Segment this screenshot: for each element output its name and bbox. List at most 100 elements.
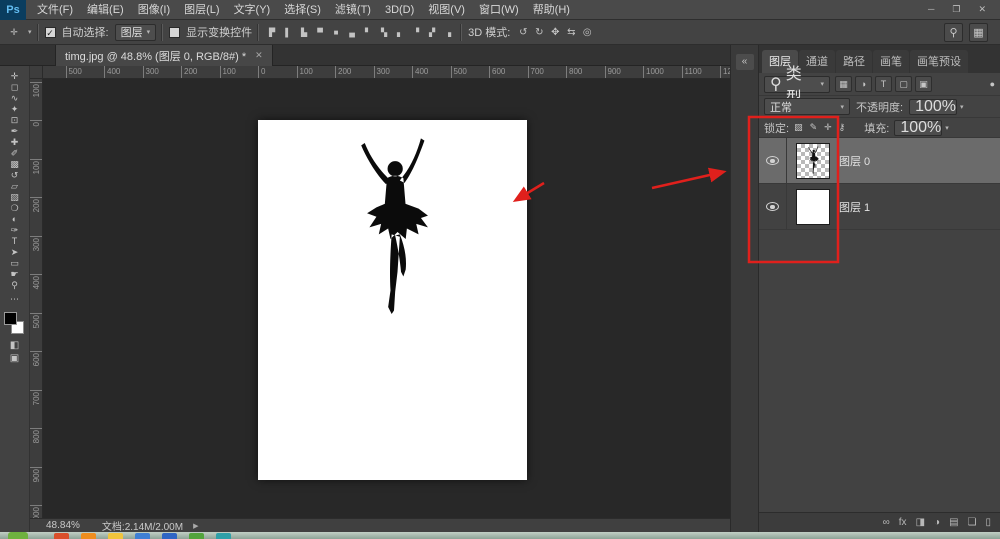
vertical-ruler[interactable]: 10001002003004005006007008009001000 — [30, 79, 43, 518]
menu-item-4[interactable]: 图层(L) — [177, 0, 226, 20]
shape-tool[interactable]: ▭ — [0, 258, 29, 268]
menu-item-6[interactable]: 选择(S) — [277, 0, 328, 20]
menu-item-3[interactable]: 图像(I) — [131, 0, 177, 20]
taskbar-app-icon-1[interactable] — [54, 533, 69, 539]
edit-toolbar-icon[interactable]: ⋯ — [0, 294, 29, 305]
type-tool[interactable]: T — [0, 236, 29, 246]
align-left-edges-icon[interactable]: ▀ — [313, 28, 327, 37]
3d-pan-icon[interactable]: ✥ — [548, 27, 562, 38]
distribute-top-edges-icon[interactable]: ▘ — [361, 28, 375, 37]
move-tool[interactable]: ✛ — [0, 71, 29, 81]
align-horizontal-centers-icon[interactable]: ■ — [329, 28, 343, 37]
panel-tab-画笔预设[interactable]: 画笔预设 — [910, 50, 968, 73]
align-top-edges-icon[interactable]: ▛ — [265, 28, 279, 37]
canvas-document[interactable] — [258, 120, 527, 480]
menu-item-2[interactable]: 编辑(E) — [80, 0, 131, 20]
delete-layer-icon[interactable]: ▯ — [985, 517, 991, 528]
collapse-panels-icon[interactable]: « — [736, 54, 754, 70]
history-brush-tool[interactable]: ↺ — [0, 170, 29, 180]
menu-item-11[interactable]: 帮助(H) — [526, 0, 577, 20]
layer-row[interactable]: 图层 1 — [759, 184, 1000, 230]
screen-mode-icon[interactable]: ▣ — [0, 352, 29, 365]
filter-adjustment-layers-icon[interactable]: ◑ — [855, 76, 872, 92]
align-bottom-edges-icon[interactable]: ▙ — [297, 28, 311, 37]
distribute-right-edges-icon[interactable]: ▗ — [441, 28, 455, 37]
menu-item-9[interactable]: 视图(V) — [421, 0, 472, 20]
canvas-viewport[interactable] — [43, 79, 730, 518]
horizontal-ruler[interactable]: 5004003002001000100200300400500600700800… — [43, 66, 730, 79]
menu-item-5[interactable]: 文字(Y) — [227, 0, 278, 20]
blur-tool[interactable]: ❍ — [0, 203, 29, 213]
foreground-color-swatch[interactable] — [4, 312, 17, 325]
distribute-vertical-centers-icon[interactable]: ▚ — [377, 28, 391, 37]
layer-filter-type-dropdown[interactable]: ⚲ 类型 ▾ — [764, 76, 830, 93]
minimize-button[interactable]: ─ — [928, 4, 934, 15]
lock-image-pixels-icon[interactable]: ✎ — [810, 122, 818, 133]
taskbar-app-icon-3[interactable] — [108, 533, 123, 539]
healing-brush-tool[interactable]: ✚ — [0, 137, 29, 147]
adjustment-layer-icon[interactable]: ◑ — [934, 517, 940, 528]
dodge-tool[interactable]: ◐ — [0, 214, 29, 224]
layer-thumbnail[interactable] — [796, 189, 830, 225]
crop-tool[interactable]: ⊡ — [0, 115, 29, 125]
clone-stamp-tool[interactable]: ▩ — [0, 159, 29, 169]
menu-item-7[interactable]: 滤镜(T) — [328, 0, 378, 20]
search-icon[interactable]: ⚲ — [944, 23, 963, 42]
blend-mode-dropdown[interactable]: 正常 ▾ — [764, 98, 850, 115]
menu-item-1[interactable]: 文件(F) — [30, 0, 80, 20]
layer-visibility-toggle[interactable] — [759, 138, 787, 183]
lasso-tool[interactable]: ∿ — [0, 93, 29, 103]
tool-preset-icon[interactable]: ✛ — [6, 27, 22, 37]
auto-select-target-dropdown[interactable]: 图层 ▾ — [115, 24, 157, 41]
3d-rotate-icon[interactable]: ↺ — [516, 27, 530, 38]
tab-close-icon[interactable]: ✕ — [255, 50, 263, 61]
layer-visibility-toggle[interactable] — [759, 184, 787, 229]
marquee-tool[interactable]: ◻ — [0, 82, 29, 92]
quick-mask-icon[interactable]: ◧ — [0, 339, 29, 352]
link-layers-icon[interactable]: ∞ — [883, 517, 890, 528]
auto-select-checkbox[interactable]: ✓ — [45, 27, 56, 38]
workspace-switcher-icon[interactable]: ▦ — [969, 23, 988, 42]
hand-tool[interactable]: ☛ — [0, 269, 29, 279]
pen-tool[interactable]: ✑ — [0, 225, 29, 235]
taskbar-app-icon-2[interactable] — [81, 533, 96, 539]
path-selection-tool[interactable]: ➤ — [0, 247, 29, 257]
3d-scale-icon[interactable]: ◎ — [580, 27, 594, 38]
layer-filter-switch-icon[interactable]: ● — [990, 79, 995, 89]
menu-item-10[interactable]: 窗口(W) — [472, 0, 526, 20]
taskbar-app-icon-7[interactable] — [216, 533, 231, 539]
align-vertical-centers-icon[interactable]: ▌ — [281, 28, 295, 37]
status-options-arrow-icon[interactable]: ▶ — [193, 522, 198, 530]
quick-selection-tool[interactable]: ✦ — [0, 104, 29, 114]
close-button[interactable]: ✕ — [978, 4, 986, 15]
taskbar-app-icon-4[interactable] — [135, 533, 150, 539]
document-tab[interactable]: timg.jpg @ 48.8% (图层 0, RGB/8#) * ✕ — [55, 45, 273, 66]
opacity-field[interactable]: 100% ▾ — [909, 99, 957, 115]
layer-row[interactable]: 图层 0 — [759, 138, 1000, 184]
filter-pixel-layers-icon[interactable]: ▦ — [835, 76, 852, 92]
layer-mask-icon[interactable]: ◨ — [916, 517, 925, 528]
eyedropper-tool[interactable]: ✒ — [0, 126, 29, 136]
brush-tool[interactable]: ✐ — [0, 148, 29, 158]
chevron-down-icon[interactable]: ▾ — [28, 28, 32, 36]
new-layer-icon[interactable]: ❏ — [968, 517, 977, 528]
menu-item-8[interactable]: 3D(D) — [378, 0, 421, 20]
panel-tab-画笔[interactable]: 画笔 — [873, 50, 909, 73]
lock-position-icon[interactable]: ✛ — [824, 122, 832, 133]
taskbar-app-icon-5[interactable] — [162, 533, 177, 539]
zoom-level-field[interactable]: 48.84% — [46, 520, 80, 531]
lock-all-icon[interactable]: ⚷ — [839, 122, 846, 133]
ruler-origin[interactable] — [30, 66, 43, 79]
distribute-horizontal-centers-icon[interactable]: ▞ — [425, 28, 439, 37]
fill-field[interactable]: 100% ▾ — [894, 120, 942, 136]
filter-smart-objects-icon[interactable]: ▣ — [915, 76, 932, 92]
layer-effects-icon[interactable]: fx — [899, 517, 907, 528]
layer-thumbnail[interactable] — [796, 143, 830, 179]
layer-group-icon[interactable]: ▤ — [949, 517, 958, 528]
filter-shape-layers-icon[interactable]: ▢ — [895, 76, 912, 92]
gradient-tool[interactable]: ▧ — [0, 192, 29, 202]
restore-button[interactable]: ❐ — [952, 4, 960, 15]
panel-tab-路径[interactable]: 路径 — [836, 50, 872, 73]
lock-transparent-pixels-icon[interactable]: ▨ — [794, 122, 803, 133]
3d-slide-icon[interactable]: ⇆ — [564, 27, 578, 38]
